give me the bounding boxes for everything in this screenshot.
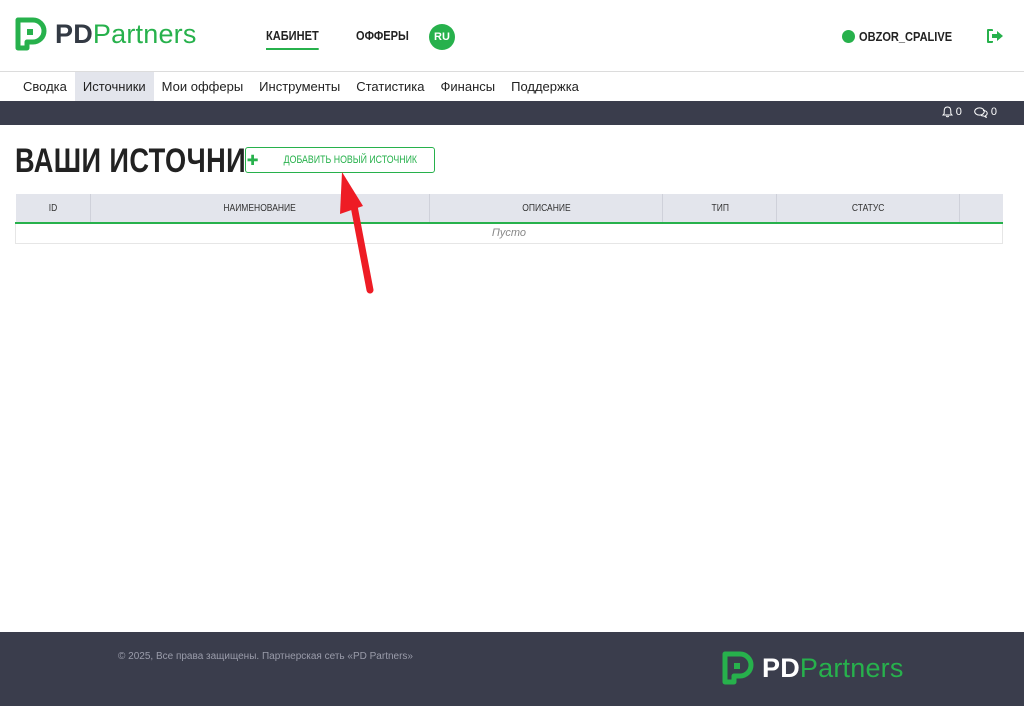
add-source-label: ДОБАВИТЬ НОВЫЙ ИСТОЧНИК bbox=[283, 154, 417, 166]
brand-pd: PD bbox=[55, 18, 93, 49]
language-switch[interactable]: RU bbox=[429, 24, 455, 50]
footer-brand-pd: PD bbox=[762, 652, 800, 683]
topnav-offers[interactable]: ОФФЕРЫ bbox=[356, 28, 409, 50]
brand-partners: Partners bbox=[92, 18, 197, 49]
messages-counter[interactable]: 0 bbox=[974, 106, 997, 118]
comments-icon bbox=[974, 106, 988, 118]
header: PDPartners КАБИНЕТ ОФФЕРЫ RU OBZOR_CPALI… bbox=[0, 0, 1024, 72]
annotation-arrow-icon bbox=[340, 172, 374, 294]
subnav-statistics[interactable]: Статистика bbox=[348, 72, 432, 101]
notifications-count: 0 bbox=[955, 106, 962, 118]
bell-icon bbox=[941, 106, 953, 118]
sources-table: ID НАИМЕНОВАНИЕ ОПИСАНИЕ ТИП СТАТУС Пуст… bbox=[15, 194, 1003, 244]
sub-nav: Сводка Источники Мои офферы Инструменты … bbox=[0, 72, 1024, 101]
logo-mark-icon bbox=[15, 17, 47, 51]
subnav-my-offers[interactable]: Мои офферы bbox=[154, 72, 252, 101]
subnav-support[interactable]: Поддержка bbox=[503, 72, 587, 101]
subnav-finance[interactable]: Финансы bbox=[433, 72, 504, 101]
table-row: Пусто bbox=[15, 222, 1003, 244]
column-id[interactable]: ID bbox=[15, 194, 91, 224]
user-name: OBZOR_CPALIVE bbox=[859, 29, 953, 44]
topnav-cabinet[interactable]: КАБИНЕТ bbox=[266, 28, 319, 50]
user-menu[interactable]: OBZOR_CPALIVE bbox=[842, 29, 969, 44]
plus-icon: ✚ bbox=[246, 151, 259, 168]
column-description[interactable]: ОПИСАНИЕ bbox=[429, 194, 664, 224]
table-header-row: ID НАИМЕНОВАНИЕ ОПИСАНИЕ ТИП СТАТУС bbox=[15, 194, 1003, 224]
column-type[interactable]: ТИП bbox=[662, 194, 778, 224]
notification-bar: 0 0 bbox=[0, 101, 1024, 125]
footer-brand-logo[interactable]: PDPartners bbox=[722, 651, 904, 685]
logout-icon[interactable] bbox=[987, 29, 1003, 43]
subnav-sources[interactable]: Источники bbox=[74, 72, 154, 101]
notifications-counter[interactable]: 0 bbox=[941, 106, 962, 118]
subnav-tools[interactable]: Инструменты bbox=[251, 72, 348, 101]
empty-table-message: Пусто bbox=[15, 222, 1003, 244]
brand-logo[interactable]: PDPartners bbox=[15, 17, 197, 51]
online-dot-icon bbox=[842, 30, 856, 43]
column-actions bbox=[959, 194, 1003, 224]
messages-count: 0 bbox=[990, 106, 997, 118]
column-status[interactable]: СТАТУС bbox=[776, 194, 961, 224]
copyright-text: © 2025, Все права защищены. Партнерская … bbox=[118, 651, 413, 662]
footer-logo-mark-icon bbox=[722, 651, 754, 685]
top-nav: КАБИНЕТ ОФФЕРЫ bbox=[266, 28, 418, 50]
footer-brand-partners: Partners bbox=[799, 652, 904, 683]
page-title: ВАШИ ИСТОЧНИКИ bbox=[15, 142, 284, 180]
subnav-summary[interactable]: Сводка bbox=[15, 72, 75, 101]
footer: © 2025, Все права защищены. Партнерская … bbox=[0, 632, 1024, 706]
